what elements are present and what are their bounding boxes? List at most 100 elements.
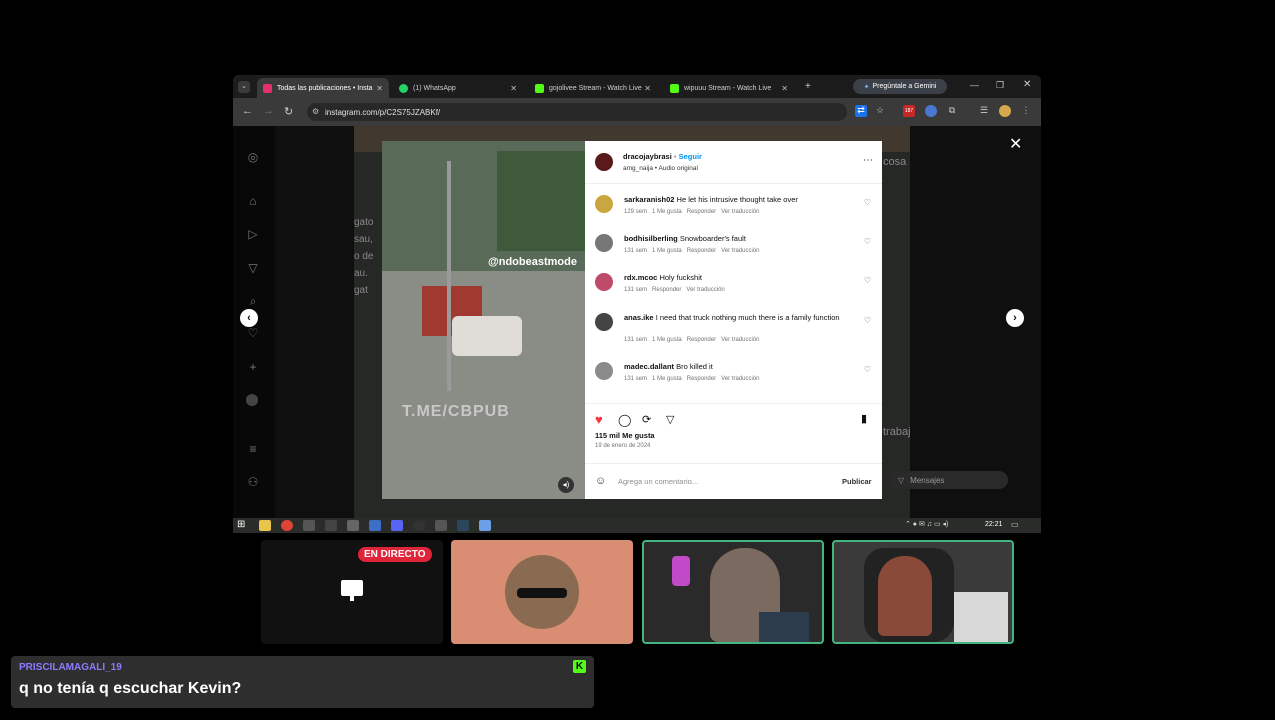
reels-icon[interactable]: ▷ (246, 227, 260, 241)
create-icon[interactable]: + (246, 360, 260, 374)
comment-likes[interactable]: 1 Me gusta (652, 209, 682, 215)
translate-link[interactable]: Ver traducción (721, 376, 759, 382)
commenter-avatar[interactable] (595, 234, 613, 252)
participant-tile[interactable] (451, 540, 633, 644)
tab-instagram[interactable]: Todas las publicaciones • Insta ✕ (257, 78, 389, 98)
close-icon[interactable]: ✕ (644, 84, 651, 93)
reply-link[interactable]: Responder (687, 337, 716, 343)
tab-kick-gojolivee[interactable]: gojolivee Stream - Watch Live ✕ (529, 78, 657, 98)
heart-icon[interactable]: ♡ (864, 365, 871, 374)
taskbar-app-icon[interactable] (435, 520, 447, 531)
heart-icon[interactable]: ♡ (864, 198, 871, 207)
comment-user[interactable]: madec.dallant (624, 362, 674, 371)
media-icon[interactable]: ☰ (978, 105, 990, 117)
profile-avatar[interactable] (246, 394, 258, 406)
taskbar-app-icon[interactable] (303, 520, 315, 531)
new-tab-button[interactable]: + (805, 81, 811, 92)
author-name[interactable]: dracojaybrasi (623, 152, 672, 161)
translate-link[interactable]: Ver traducción (721, 248, 759, 254)
obs-icon[interactable] (413, 520, 425, 531)
restore-button[interactable]: ❐ (996, 80, 1004, 91)
heart-icon[interactable]: ♡ (864, 237, 871, 246)
next-post-arrow-icon[interactable]: › (1006, 309, 1024, 327)
commenter-avatar[interactable] (595, 273, 613, 291)
translate-icon[interactable]: ⇄ (855, 105, 867, 117)
comment-icon[interactable]: ◯ (618, 413, 631, 427)
emoji-icon[interactable]: ☺ (595, 475, 606, 487)
more-menu-icon[interactable]: ≡ (246, 442, 260, 456)
volume-icon[interactable]: ◂) (558, 477, 574, 493)
share-icon[interactable]: ▽ (666, 413, 674, 426)
threads-icon[interactable]: ⚇ (246, 475, 260, 489)
comment-user[interactable]: sarkaranish02 (624, 195, 674, 204)
modal-close-icon[interactable]: ✕ (1009, 134, 1022, 154)
puzzle-icon[interactable]: ⧉ (946, 105, 958, 117)
menu-icon[interactable]: ⋮ (1020, 105, 1032, 117)
reply-link[interactable]: Responder (687, 209, 716, 215)
comment-input[interactable]: Agrega un comentario... (618, 477, 698, 486)
taskbar-app-icon[interactable] (347, 520, 359, 531)
windows-start-icon[interactable]: ⊞ (237, 519, 245, 530)
translate-link[interactable]: Ver traducción (721, 337, 759, 343)
tab-whatsapp[interactable]: (1) WhatsApp ✕ (393, 78, 523, 98)
reload-icon[interactable]: ↻ (284, 105, 293, 118)
search-icon[interactable]: ⌕ (246, 294, 260, 308)
comment-user[interactable]: anas.ike (624, 313, 654, 322)
like-heart-icon[interactable]: ♥ (595, 412, 603, 427)
extension-badge-icon[interactable]: 187 (903, 105, 915, 117)
commenter-avatar[interactable] (595, 362, 613, 380)
comment-user[interactable]: rdx.mcoc (624, 273, 657, 282)
comment-likes[interactable]: 1 Me gusta (652, 248, 682, 254)
like-count[interactable]: 115 mil Me gusta (595, 431, 655, 440)
chrome-icon[interactable] (281, 520, 293, 531)
heart-icon[interactable]: ♡ (864, 316, 871, 325)
url-input[interactable]: ⚙ instagram.com/p/C2S75JZABKf/ (307, 103, 847, 121)
comment-likes[interactable]: 1 Me gusta (652, 376, 682, 382)
gemini-button[interactable]: ✦ Pregúntale a Gemini (853, 79, 947, 94)
comment-likes[interactable]: 1 Me gusta (652, 337, 682, 343)
send-icon[interactable]: ▽ (246, 261, 260, 275)
forward-arrow-icon[interactable]: → (263, 105, 274, 117)
discord-icon[interactable] (391, 520, 403, 531)
home-icon[interactable]: ⌂ (246, 194, 260, 208)
close-window-button[interactable]: ✕ (1023, 79, 1031, 90)
steam-icon[interactable] (457, 520, 469, 531)
author-avatar[interactable] (595, 153, 613, 171)
bookmark-icon[interactable]: ▮ (861, 412, 867, 425)
close-icon[interactable]: ✕ (781, 84, 788, 93)
avatar[interactable] (999, 105, 1011, 117)
audio-info[interactable]: amg_naija • Audio original (623, 165, 698, 172)
notifications-icon[interactable]: ▭ (1011, 520, 1019, 529)
screen-share-tile[interactable]: EN DIRECTO (261, 540, 443, 644)
commenter-avatar[interactable] (595, 313, 613, 331)
file-explorer-icon[interactable] (259, 520, 271, 531)
minimize-button[interactable]: — (970, 80, 979, 90)
comment-user[interactable]: bodhisilberling (624, 234, 678, 243)
prev-post-arrow-icon[interactable]: ‹ (240, 309, 258, 327)
heart-icon[interactable]: ♡ (246, 326, 260, 340)
taskbar-app-icon[interactable] (325, 520, 337, 531)
star-icon[interactable]: ☆ (874, 105, 886, 117)
heart-icon[interactable]: ♡ (864, 276, 871, 285)
taskbar-app-icon[interactable] (369, 520, 381, 531)
participant-webcam-tile[interactable] (642, 540, 824, 644)
taskbar-app-icon[interactable] (479, 520, 491, 531)
extension-icon[interactable] (925, 105, 937, 117)
reply-link[interactable]: Responder (687, 376, 716, 382)
tab-search-icon[interactable]: ⌄ (238, 81, 250, 93)
translate-link[interactable]: Ver traducción (721, 209, 759, 215)
close-icon[interactable]: ✕ (376, 84, 383, 93)
more-options-icon[interactable]: ⋯ (863, 155, 873, 166)
publish-button[interactable]: Publicar (842, 477, 872, 486)
messages-button[interactable]: ▽ Mensajes (888, 471, 1008, 489)
clock[interactable]: 22:21 (985, 521, 1003, 528)
translate-link[interactable]: Ver traducción (686, 287, 724, 293)
tab-kick-wipuuu[interactable]: wipuuu Stream - Watch Live ✕ (664, 78, 794, 98)
post-video[interactable]: @ndobeastmode T.ME/CBPUB ◂) (382, 141, 585, 499)
instagram-logo-icon[interactable]: ◎ (246, 150, 260, 164)
close-icon[interactable]: ✕ (510, 84, 517, 93)
reply-link[interactable]: Responder (687, 248, 716, 254)
reply-link[interactable]: Responder (652, 287, 681, 293)
follow-button[interactable]: Seguir (679, 152, 702, 161)
system-tray-icons[interactable]: ⌃ ● ✉ ♫ ▭ ◂) (905, 520, 948, 528)
